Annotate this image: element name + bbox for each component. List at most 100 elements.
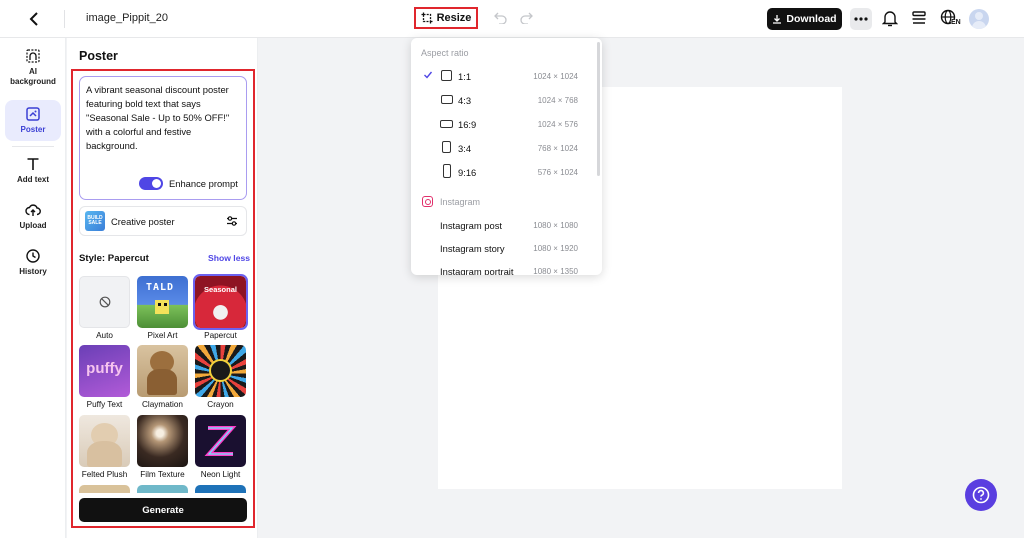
style-caption: Crayon — [207, 400, 234, 409]
preset-label: Instagram story — [440, 243, 505, 254]
puffy-title: puffy — [86, 360, 123, 377]
undo-icon[interactable] — [494, 11, 507, 29]
layers-icon[interactable] — [911, 10, 927, 31]
ratio-dimensions: 1024 × 768 — [537, 96, 578, 105]
instagram-heading: Instagram — [440, 197, 481, 207]
nav-divider — [12, 146, 54, 147]
style-thumb — [79, 415, 130, 467]
style-tile-partial[interactable] — [195, 485, 246, 493]
resize-label: Resize — [436, 12, 472, 24]
preset-instagram-story[interactable]: Instagram story 1080 × 1920 — [411, 239, 594, 257]
download-icon — [773, 15, 782, 24]
more-options-icon[interactable] — [850, 8, 872, 30]
sliders-icon[interactable] — [226, 215, 238, 227]
papercut-title: Seasonal — [204, 285, 237, 294]
ratio-option-9-16[interactable]: 9:16 576 × 1024 — [411, 163, 594, 181]
panel-title: Poster — [79, 49, 118, 63]
preset-instagram-post[interactable]: Instagram post 1080 × 1080 — [411, 216, 594, 234]
ratio-option-4-3[interactable]: 4:3 1024 × 768 — [411, 91, 594, 109]
file-name[interactable]: image_Pippit_20 — [86, 12, 168, 24]
style-caption: Puffy Text — [86, 400, 123, 409]
style-tile-claymation[interactable]: Claymation — [137, 345, 188, 409]
ratio-label: 9:16 — [458, 167, 477, 178]
pixel-art-title: TALD — [146, 282, 175, 293]
style-tile-pixel-art[interactable]: TALD Pixel Art — [137, 276, 188, 340]
creative-poster-selector[interactable]: BUILD SALE Creative poster — [79, 206, 247, 236]
show-less-link[interactable]: Show less — [208, 253, 250, 263]
style-thumb — [195, 345, 246, 397]
prompt-input[interactable]: A vibrant seasonal discount poster featu… — [79, 76, 247, 200]
style-thumb: puffy — [79, 345, 130, 397]
ratio-dimensions: 1024 × 576 — [537, 120, 578, 129]
nav-upload[interactable]: Upload — [5, 202, 61, 231]
ratio-dimensions: 1024 × 1024 — [533, 72, 578, 81]
tall-ratio-icon — [443, 164, 451, 178]
preset-label: Instagram post — [440, 220, 503, 231]
nav-ai-background[interactable]: AI background — [5, 48, 61, 87]
generate-button[interactable]: Generate — [79, 498, 247, 522]
style-caption: Papercut — [204, 331, 237, 340]
redo-icon[interactable] — [520, 11, 533, 29]
style-tile-papercut[interactable]: Seasonal Papercut — [193, 274, 248, 340]
nav-label: History — [19, 267, 47, 276]
ratio-option-1-1[interactable]: 1:1 1024 × 1024 — [411, 67, 594, 85]
ratio-option-16-9[interactable]: 16:9 1024 × 576 — [411, 115, 594, 133]
nav-label: Poster — [20, 125, 46, 134]
style-tile-crayon[interactable]: Crayon — [195, 345, 246, 409]
language-selector[interactable]: EN — [940, 9, 962, 31]
aspect-ratio-heading: Aspect ratio — [421, 48, 469, 58]
divider — [64, 10, 65, 28]
preset-dimensions: 1080 × 1080 — [533, 221, 578, 230]
prompt-text[interactable]: A vibrant seasonal discount poster featu… — [86, 83, 242, 153]
resize-button[interactable]: Resize — [414, 7, 478, 29]
dropdown-scrollbar[interactable] — [597, 42, 600, 176]
nav-label: Upload — [19, 221, 47, 230]
style-tile-partial[interactable] — [137, 485, 188, 493]
widescreen-ratio-icon — [440, 120, 453, 128]
preset-dimensions: 1080 × 1920 — [533, 244, 578, 253]
ratio-option-3-4[interactable]: 3:4 768 × 1024 — [411, 139, 594, 157]
creative-poster-thumbnail: BUILD SALE — [85, 211, 105, 231]
style-caption: Pixel Art — [147, 331, 178, 340]
style-tile-puffy-text[interactable]: puffy Puffy Text — [79, 345, 130, 409]
language-badge: EN — [951, 19, 961, 27]
back-arrow-icon[interactable] — [24, 9, 44, 29]
style-tile-auto[interactable]: Auto — [79, 276, 130, 340]
square-ratio-icon — [441, 70, 452, 81]
nav-label: Add text — [17, 175, 49, 184]
style-thumb: Seasonal — [193, 274, 248, 330]
landscape-ratio-icon — [441, 95, 453, 104]
crayon-cat-face — [209, 359, 232, 382]
preset-instagram-portrait[interactable]: Instagram portrait 1080 × 1350 — [411, 262, 594, 275]
enhance-prompt-toggle[interactable] — [139, 177, 163, 190]
style-tile-film-texture[interactable]: Film Texture — [137, 415, 188, 479]
ratio-label: 1:1 — [458, 71, 472, 82]
text-icon — [27, 158, 39, 170]
nav-add-text[interactable]: Add text — [5, 156, 61, 185]
style-tile-neon-light[interactable]: Neon Light — [195, 415, 246, 479]
top-bar: image_Pippit_20 Resize Download EN — [0, 0, 1024, 38]
resize-dropdown: Aspect ratio 1:1 1024 × 1024 4:3 1024 × … — [411, 38, 602, 275]
resize-icon — [421, 12, 433, 24]
style-caption: Felted Plush — [81, 470, 128, 479]
help-button[interactable] — [965, 479, 997, 511]
style-thumb — [137, 345, 188, 397]
ratio-dimensions: 576 × 1024 — [537, 168, 578, 177]
user-avatar[interactable] — [969, 9, 989, 29]
creative-poster-label: Creative poster — [111, 216, 175, 227]
style-caption: Film Texture — [140, 470, 185, 479]
neon-z-icon — [204, 426, 237, 456]
style-thumb: TALD — [137, 276, 188, 328]
style-caption: Claymation — [142, 400, 183, 409]
nav-poster[interactable]: Poster — [5, 100, 61, 141]
ratio-label: 16:9 — [458, 119, 477, 130]
download-button[interactable]: Download — [767, 8, 842, 30]
style-label: Style: Papercut — [79, 253, 149, 264]
style-thumb — [79, 276, 130, 328]
nav-history[interactable]: History — [5, 248, 61, 277]
plush-body — [87, 441, 122, 467]
style-tile-felted-plush[interactable]: Felted Plush — [79, 415, 130, 479]
download-label: Download — [786, 13, 837, 25]
style-tile-partial[interactable] — [79, 485, 130, 493]
bell-icon[interactable] — [881, 10, 899, 32]
